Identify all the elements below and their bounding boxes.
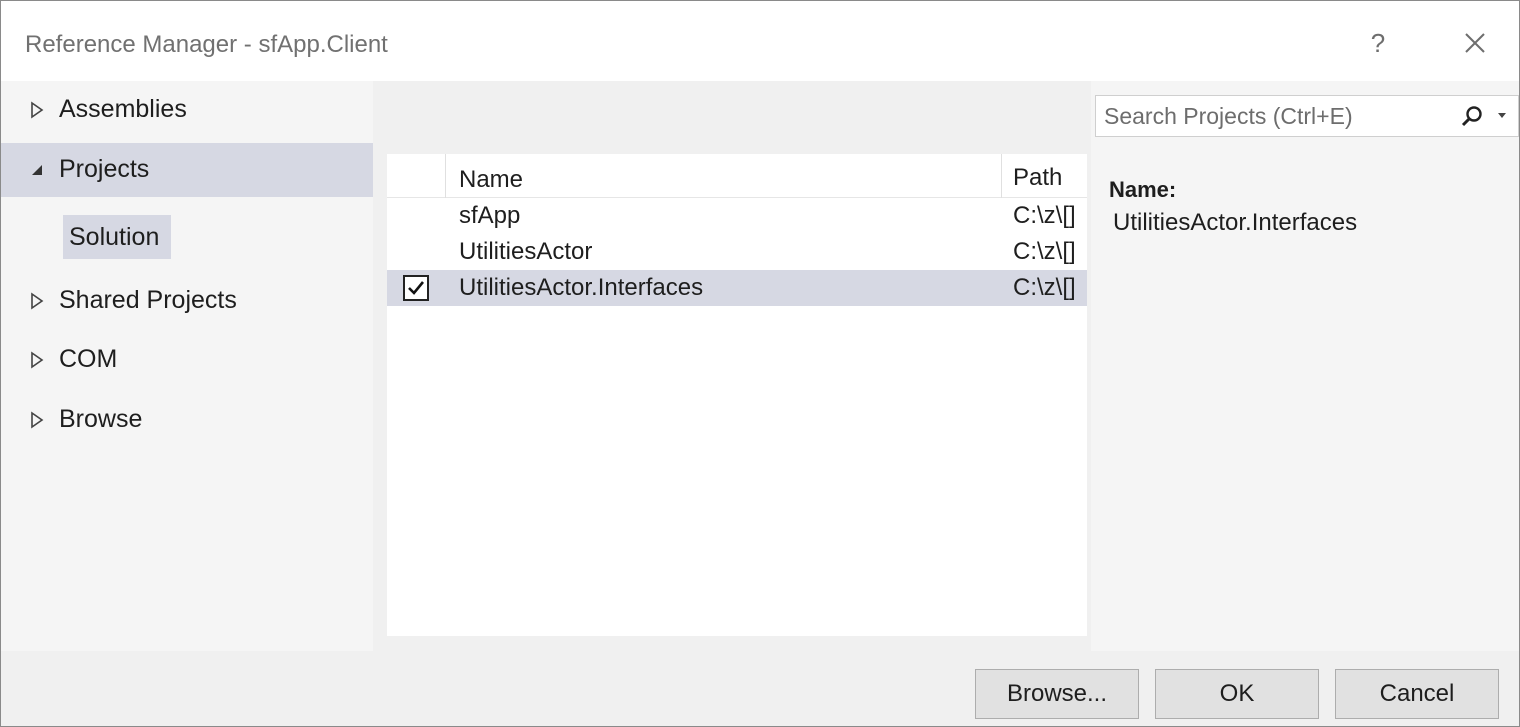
button-bar: Browse... OK Cancel — [1, 651, 1519, 726]
row-path: C:\z\[] — [1013, 274, 1076, 301]
search-icon[interactable] — [1460, 104, 1484, 128]
cancel-button[interactable]: Cancel — [1335, 669, 1499, 719]
table-row[interactable]: UtilitiesActor C:\z\[] — [387, 234, 1087, 270]
triangle-right-icon — [31, 351, 44, 369]
column-header-path[interactable]: Path — [1013, 164, 1062, 192]
details-panel: Name: UtilitiesActor.Interfaces — [1091, 81, 1519, 651]
category-nav: Assemblies Projects Solution Shared Proj… — [1, 81, 373, 651]
close-button[interactable] — [1457, 25, 1493, 61]
column-header-name[interactable]: Name — [459, 166, 523, 194]
reference-manager-dialog: Reference Manager - sfApp.Client ? Assem… — [0, 0, 1520, 727]
nav-item-assemblies[interactable]: Assemblies — [1, 83, 373, 137]
nav-item-label: COM — [59, 345, 118, 373]
chevron-down-icon[interactable] — [1496, 110, 1508, 120]
projects-panel: Name Path sfApp C:\z\[] UtilitiesActor C… — [373, 81, 1091, 710]
nav-item-label: Browse — [59, 405, 143, 433]
row-path: C:\z\[] — [1013, 202, 1076, 229]
row-name: UtilitiesActor.Interfaces — [459, 274, 704, 301]
column-header: Name Path — [387, 154, 1087, 198]
title-bar: Reference Manager - sfApp.Client ? — [1, 1, 1519, 81]
search-box — [1095, 95, 1519, 137]
help-button[interactable]: ? — [1363, 23, 1393, 63]
nav-item-label: Assemblies — [59, 95, 187, 123]
triangle-down-icon — [32, 165, 42, 175]
column-divider[interactable] — [445, 154, 446, 198]
nav-item-shared-projects[interactable]: Shared Projects — [1, 274, 373, 328]
search-input[interactable] — [1104, 102, 1444, 130]
row-name: UtilitiesActor — [459, 238, 593, 265]
nav-item-projects[interactable]: Projects — [1, 143, 373, 197]
close-icon — [1465, 33, 1485, 53]
details-name-value: UtilitiesActor.Interfaces — [1113, 209, 1358, 236]
ok-button[interactable]: OK — [1155, 669, 1319, 719]
browse-button[interactable]: Browse... — [975, 669, 1139, 719]
nav-item-label: Shared Projects — [59, 286, 237, 314]
row-checkbox[interactable] — [403, 275, 429, 301]
details-name-label: Name: — [1109, 177, 1177, 202]
table-row[interactable]: sfApp C:\z\[] — [387, 198, 1087, 234]
row-path: C:\z\[] — [1013, 238, 1076, 265]
nav-subitem-solution[interactable]: Solution — [63, 215, 171, 259]
column-divider[interactable] — [1001, 154, 1002, 198]
table-row-selected[interactable]: UtilitiesActor.Interfaces C:\z\[] — [387, 270, 1087, 306]
checkmark-icon — [408, 281, 425, 295]
nav-item-browse[interactable]: Browse — [1, 393, 373, 447]
nav-subitem-label: Solution — [69, 223, 160, 251]
nav-item-com[interactable]: COM — [1, 333, 373, 387]
triangle-right-icon — [31, 411, 44, 429]
nav-item-label: Projects — [59, 155, 150, 183]
triangle-right-icon — [31, 292, 44, 310]
window-title: Reference Manager - sfApp.Client — [25, 31, 388, 58]
row-name: sfApp — [459, 202, 521, 229]
projects-list: Name Path sfApp C:\z\[] UtilitiesActor C… — [387, 154, 1087, 710]
triangle-right-icon — [31, 101, 44, 119]
